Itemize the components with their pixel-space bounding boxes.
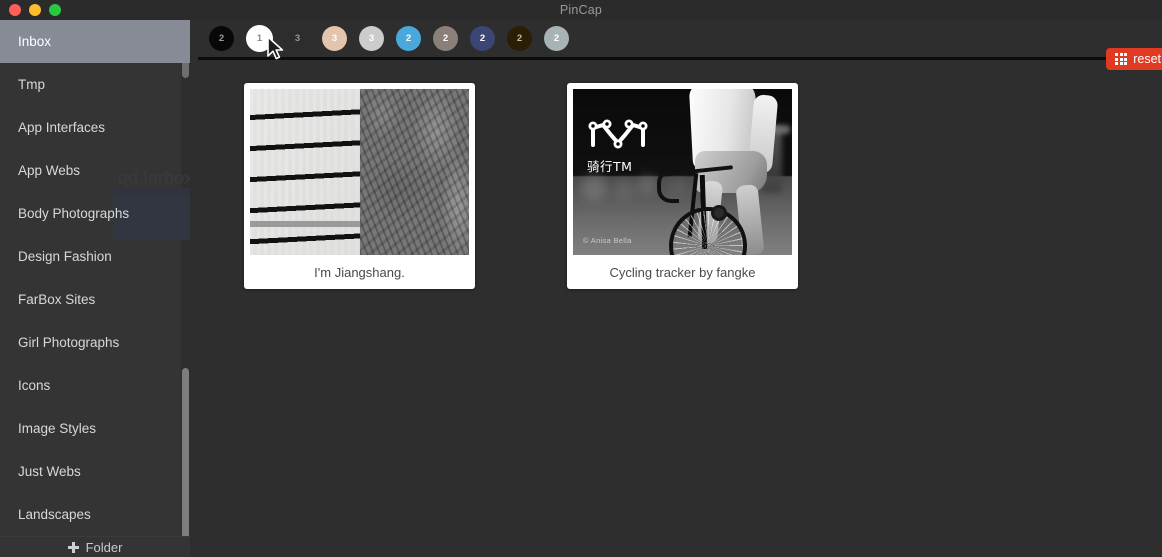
planks-texture bbox=[250, 89, 360, 255]
color-swatch-count: 3 bbox=[331, 33, 338, 44]
add-folder-button[interactable]: Folder bbox=[0, 536, 190, 557]
color-swatch-9[interactable]: 2 bbox=[507, 26, 532, 51]
sidebar-item-just-webs[interactable]: Just Webs bbox=[0, 450, 190, 493]
reset-button[interactable]: reset bbox=[1106, 48, 1162, 70]
card-caption: Cycling tracker by fangke bbox=[609, 264, 756, 280]
color-swatch-count: 2 bbox=[553, 33, 560, 44]
color-filter-toolbar: 2 1 3 3 3 2 2 2 2 2 reset bbox=[198, 20, 1162, 70]
reset-label: reset bbox=[1133, 52, 1161, 66]
sidebar-item-list: Inbox Tmp App Interfaces App Webs Body Photo… bbox=[0, 20, 190, 536]
color-swatch-count: 1 bbox=[256, 33, 263, 44]
sidebar-item-landscapes[interactable]: Landscapes bbox=[0, 493, 190, 536]
sidebar-item-design-fashion[interactable]: Design Fashion bbox=[0, 235, 190, 278]
card-grid: I'm Jiangshang. 骑行TM © Anisa Bella Cycli… bbox=[244, 83, 798, 289]
card-caption: I'm Jiangshang. bbox=[314, 264, 405, 280]
add-folder-label: Folder bbox=[85, 539, 123, 555]
color-swatch-5[interactable]: 3 bbox=[359, 26, 384, 51]
sidebar-item-label: Image Styles bbox=[18, 421, 97, 436]
rough-texture bbox=[359, 89, 469, 255]
card-thumbnail: 骑行TM © Anisa Bella bbox=[573, 89, 792, 255]
sidebar-item-label: FarBox Sites bbox=[18, 292, 96, 307]
color-swatch-count: 2 bbox=[218, 33, 225, 44]
color-swatch-count: 2 bbox=[479, 33, 486, 44]
sidebar-item-body-photographs[interactable]: Body Photographs bbox=[0, 192, 190, 235]
color-swatch-count: 2 bbox=[516, 33, 523, 44]
sidebar-item-image-styles[interactable]: Image Styles bbox=[0, 407, 190, 450]
color-swatch-2[interactable]: 1 bbox=[246, 25, 273, 52]
gallery-card[interactable]: I'm Jiangshang. bbox=[244, 83, 475, 289]
color-swatch-10[interactable]: 2 bbox=[544, 26, 569, 51]
sidebar-item-girl-photographs[interactable]: Girl Photographs bbox=[0, 321, 190, 364]
sidebar-item-label: App Interfaces bbox=[18, 120, 106, 135]
bokeh-blob bbox=[581, 175, 607, 201]
bike-wheel bbox=[669, 207, 747, 255]
close-window-button[interactable] bbox=[9, 4, 21, 16]
cyclist-photo: 骑行TM © Anisa Bella bbox=[573, 89, 792, 255]
bike-chain-logo-icon bbox=[588, 119, 648, 149]
bike-crank bbox=[711, 205, 727, 221]
card-thumbnail bbox=[250, 89, 469, 255]
sidebar: qd.farbox.c InboxTmpApp InterfacesApp We… bbox=[0, 20, 190, 557]
sidebar-item-tmp[interactable]: Tmp bbox=[0, 63, 190, 106]
sidebar-item-label: App Webs bbox=[18, 163, 81, 178]
color-swatch-1[interactable]: 2 bbox=[209, 26, 234, 51]
color-swatch-4[interactable]: 3 bbox=[322, 26, 347, 51]
sidebar-item-icons[interactable]: Icons bbox=[0, 364, 190, 407]
maximize-window-button[interactable] bbox=[49, 4, 61, 16]
app-title: PinCap bbox=[559, 3, 603, 17]
color-swatch-count: 2 bbox=[405, 33, 412, 44]
color-swatch-count: 2 bbox=[442, 33, 449, 44]
color-swatch-row: 2 1 3 3 3 2 2 2 2 2 bbox=[209, 20, 569, 57]
bokeh-blob bbox=[637, 175, 657, 195]
grid-icon bbox=[1115, 53, 1128, 65]
color-swatch-3[interactable]: 3 bbox=[285, 26, 310, 51]
overlay-logo-text: 骑行TM bbox=[587, 159, 633, 174]
overlay-logo: 骑行TM bbox=[587, 117, 649, 175]
sidebar-item-label: Body Photographs bbox=[18, 206, 130, 221]
main-content: 2 1 3 3 3 2 2 2 2 2 reset I'm Jiangshang. 骑行TM © … bbox=[198, 20, 1162, 557]
gallery-card[interactable]: 骑行TM © Anisa Bella Cycling tracker by fa… bbox=[567, 83, 798, 289]
color-swatch-7[interactable]: 2 bbox=[433, 26, 458, 51]
app-window: PinCap qd.farbox.c InboxTmpApp Interface… bbox=[0, 0, 1162, 557]
sidebar-item-label: Just Webs bbox=[18, 464, 81, 479]
color-swatch-count: 3 bbox=[294, 33, 301, 44]
plus-icon bbox=[67, 541, 79, 553]
bokeh-blob bbox=[613, 179, 635, 201]
sidebar-item-app-interfaces[interactable]: App Interfaces bbox=[0, 106, 190, 149]
sidebar-item-app-webs[interactable]: App Webs bbox=[0, 149, 190, 192]
sidebar-item-label: Tmp bbox=[18, 77, 45, 92]
sidebar-item-farbox-sites[interactable]: FarBox Sites bbox=[0, 278, 190, 321]
minimize-window-button[interactable] bbox=[29, 4, 41, 16]
plank-highlight bbox=[250, 221, 360, 227]
sidebar-item-label: Girl Photographs bbox=[18, 335, 120, 350]
photo-watermark: © Anisa Bella bbox=[583, 236, 632, 245]
sidebar-item-inbox[interactable]: Inbox bbox=[0, 20, 190, 63]
sidebar-item-label: Landscapes bbox=[18, 507, 91, 522]
sidebar-item-label: Icons bbox=[18, 378, 51, 393]
sidebar-item-label: Design Fashion bbox=[18, 249, 112, 264]
color-swatch-6[interactable]: 2 bbox=[396, 26, 421, 51]
color-swatch-8[interactable]: 2 bbox=[470, 26, 495, 51]
sidebar-item-label: Inbox bbox=[18, 34, 52, 49]
window-controls bbox=[9, 0, 61, 20]
color-swatch-count: 3 bbox=[368, 33, 375, 44]
title-bar: PinCap bbox=[0, 0, 1162, 20]
